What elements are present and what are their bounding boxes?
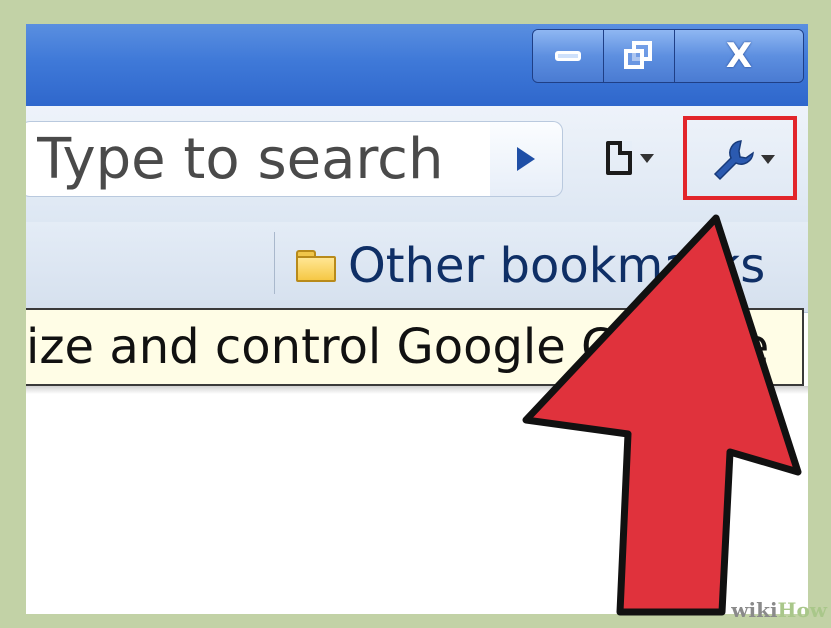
restore-icon [622, 39, 656, 73]
play-arrow-icon [517, 147, 535, 171]
wrench-menu-button[interactable] [696, 128, 790, 190]
wikihow-watermark: wikiHow [731, 598, 827, 622]
minimize-button[interactable] [533, 30, 604, 82]
watermark-brand-2: How [777, 598, 827, 622]
page-menu-button[interactable] [586, 121, 674, 195]
close-icon: X [725, 36, 753, 76]
tooltip-shadow [26, 386, 808, 394]
bookmarks-separator [274, 232, 275, 294]
bookmarks-bar: Other bookmarks [26, 222, 808, 313]
chevron-down-icon [761, 154, 775, 164]
page-icon [606, 141, 632, 175]
window-controls: X [532, 29, 804, 83]
watermark-brand-1: wiki [731, 598, 778, 622]
restore-button[interactable] [604, 30, 675, 82]
wrench-icon [713, 140, 754, 181]
folder-icon [296, 250, 336, 282]
toolbar [26, 106, 808, 223]
chevron-down-icon [640, 153, 654, 163]
search-input[interactable] [26, 125, 489, 193]
close-button[interactable]: X [675, 30, 803, 82]
go-button[interactable] [490, 121, 563, 197]
bookmark-other-bookmarks[interactable]: Other bookmarks [296, 226, 765, 306]
bookmark-label: Other bookmarks [348, 238, 766, 294]
title-bar: X [26, 24, 808, 106]
minimize-icon [555, 51, 581, 61]
browser-window: X Other bookmarks ize and contro [26, 24, 808, 614]
search-field[interactable] [26, 121, 492, 197]
tooltip: ize and control Google Chrome [26, 308, 804, 386]
tooltip-text: ize and control Google Chrome [26, 319, 770, 375]
